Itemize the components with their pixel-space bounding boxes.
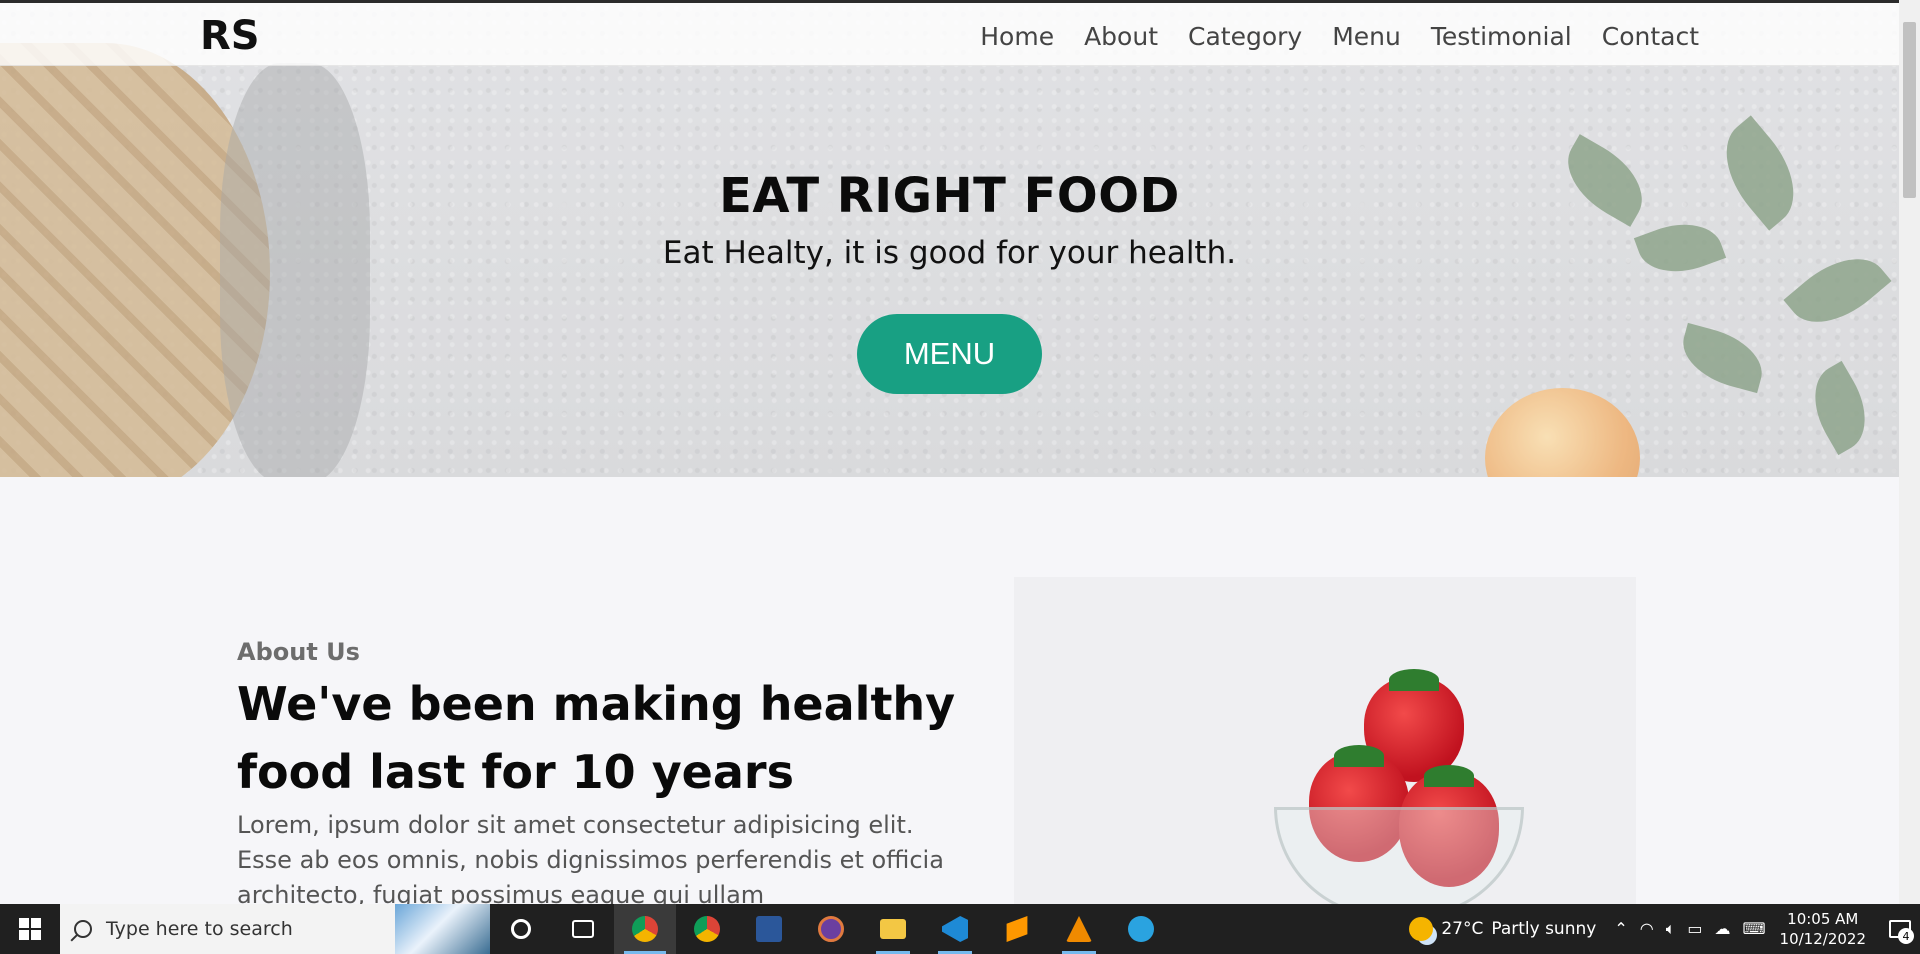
- windows-taskbar: Type here to search 27°C Partly sunny ⌃ …: [0, 904, 1920, 954]
- nav-link-category[interactable]: Category: [1188, 22, 1302, 51]
- chrome-icon[interactable]: [614, 904, 676, 954]
- about-label: About Us: [237, 638, 360, 666]
- nav-menu: Home About Category Menu Testimonial Con…: [980, 22, 1699, 51]
- hero-title: EAT RIGHT FOOD: [719, 168, 1180, 224]
- battery-icon[interactable]: ▭: [1687, 919, 1702, 939]
- clock-time: 10:05 AM: [1787, 910, 1859, 928]
- media-player-icon[interactable]: [800, 904, 862, 954]
- volume-icon[interactable]: 🔈︎: [1666, 919, 1676, 939]
- network-icon[interactable]: ◠: [1640, 919, 1654, 939]
- weather-widget[interactable]: 27°C Partly sunny: [1409, 917, 1596, 941]
- chrome-icon[interactable]: [676, 904, 738, 954]
- system-tray: 27°C Partly sunny ⌃ ◠ 🔈︎ ▭ ☁︎ ⌨︎ 10:05 A…: [1409, 904, 1920, 954]
- partly-sunny-icon: [1409, 917, 1434, 941]
- vlc-icon[interactable]: [1048, 904, 1110, 954]
- weather-temp: 27°C: [1441, 919, 1484, 939]
- search-icon: [74, 920, 92, 938]
- top-navbar: RS Home About Category Menu Testimonial …: [0, 3, 1899, 66]
- onedrive-icon[interactable]: ☁︎: [1714, 919, 1730, 939]
- page-scrollbar[interactable]: [1899, 0, 1920, 904]
- language-icon[interactable]: ⌨︎: [1742, 919, 1765, 939]
- task-view-icon[interactable]: [552, 904, 614, 954]
- notification-center-icon[interactable]: 4: [1880, 904, 1920, 954]
- nav-link-home[interactable]: Home: [980, 22, 1054, 51]
- about-text: Lorem, ipsum dolor sit amet consectetur …: [237, 811, 944, 909]
- scrollbar-thumb[interactable]: [1903, 22, 1916, 198]
- top-border: [0, 0, 1920, 3]
- telegram-icon[interactable]: [1110, 904, 1172, 954]
- word-icon[interactable]: [738, 904, 800, 954]
- clock-date: 10/12/2022: [1779, 930, 1866, 948]
- file-explorer-icon[interactable]: [862, 904, 924, 954]
- nav-link-contact[interactable]: Contact: [1602, 22, 1699, 51]
- nav-link-about[interactable]: About: [1084, 22, 1158, 51]
- notification-count: 4: [1898, 928, 1914, 944]
- nav-link-menu[interactable]: Menu: [1332, 22, 1401, 51]
- chevron-up-icon[interactable]: ⌃: [1614, 919, 1627, 939]
- about-title: We've been making healthy food last for …: [237, 677, 956, 799]
- start-button[interactable]: [0, 904, 60, 954]
- windows-icon: [19, 918, 41, 940]
- nav-link-testimonial[interactable]: Testimonial: [1431, 22, 1572, 51]
- cortana-icon[interactable]: [490, 904, 552, 954]
- vscode-icon[interactable]: [924, 904, 986, 954]
- search-placeholder: Type here to search: [106, 918, 293, 940]
- weather-text: Partly sunny: [1491, 919, 1597, 939]
- site-logo[interactable]: RS: [200, 13, 260, 59]
- sublime-icon[interactable]: [986, 904, 1048, 954]
- tray-icons: ⌃ ◠ 🔈︎ ▭ ☁︎ ⌨︎: [1614, 919, 1765, 939]
- menu-button[interactable]: MENU: [857, 314, 1042, 394]
- strawberries-image: [1014, 577, 1636, 907]
- search-highlight-image: [395, 904, 490, 954]
- hero-subtitle: Eat Healty, it is good for your health.: [662, 235, 1237, 271]
- taskbar-clock[interactable]: 10:05 AM 10/12/2022: [1780, 909, 1866, 949]
- taskbar-search[interactable]: Type here to search: [60, 904, 490, 954]
